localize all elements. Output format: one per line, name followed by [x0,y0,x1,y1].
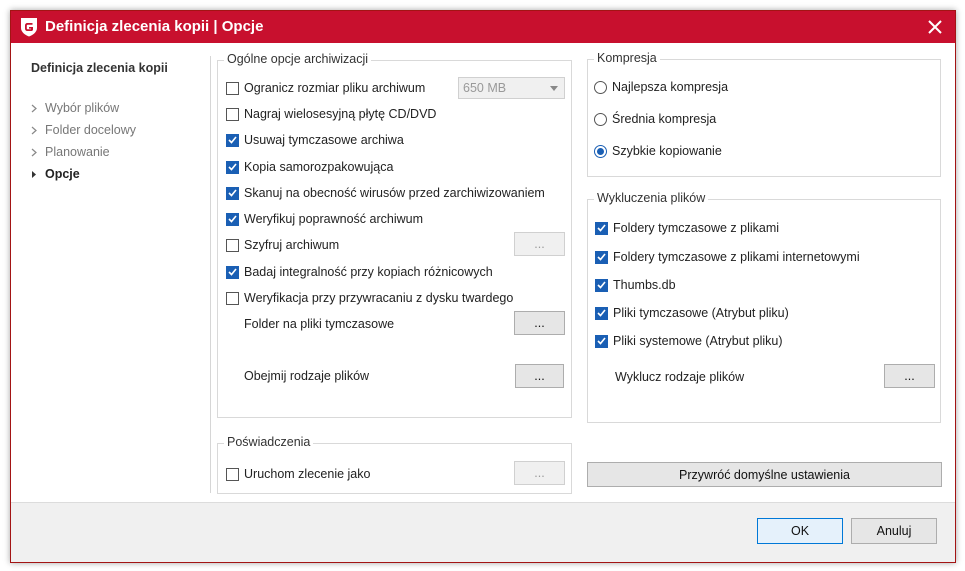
delete-temp-archives-checkbox[interactable]: Usuwaj tymczasowe archiwa [226,131,404,149]
self-extracting-checkbox[interactable]: Kopia samorozpakowująca [226,158,393,176]
close-button[interactable] [915,11,955,43]
checkbox-label: Foldery tymczasowe z plikami [613,221,780,235]
close-icon [928,20,942,34]
checkbox[interactable] [595,334,608,348]
include-file-types-label: Obejmij rodzaje plików [244,369,370,383]
checkbox-label: Pliki systemowe (Atrybut pliku) [613,334,783,348]
sidebar-item-label: Opcje [45,167,80,181]
integrity-check-checkbox[interactable]: Badaj integralność przy kopiach różnicow… [226,263,493,281]
checkbox-label: Badaj integralność przy kopiach różnicow… [244,265,493,279]
sidebar-item-label: Folder docelowy [45,123,137,137]
limit-size-checkbox[interactable]: Ogranicz rozmiar pliku archiwum [226,79,425,97]
checkbox-label: Pliki tymczasowe (Atrybut pliku) [613,306,789,320]
checkbox-label: Ogranicz rozmiar pliku archiwum [244,81,426,95]
checkbox-label: Skanuj na obecność wirusów przed zarchiw… [244,186,545,200]
exclude-thumbs-checkbox[interactable]: Thumbs.db [595,276,676,294]
encrypt-archive-checkbox[interactable]: Szyfruj archiwum [226,236,339,254]
exclude-file-types-label: Wyklucz rodzaje plików [615,370,745,384]
run-as-checkbox[interactable]: Uruchom zlecenie jako [226,465,370,483]
checkbox[interactable] [595,221,608,235]
checkbox-label: Kopia samorozpakowująca [244,160,394,174]
verify-archive-checkbox[interactable]: Weryfikuj poprawność archiwum [226,210,423,228]
checkbox[interactable] [226,133,239,147]
title-bar: Definicja zlecenia kopii | Opcje [11,11,955,43]
checkbox[interactable] [226,212,239,226]
general-options-group: Ogólne opcje archiwizacji Ogranicz rozmi… [217,52,572,418]
sidebar-title: Definicja zlecenia kopii [31,61,168,75]
checkbox[interactable] [595,278,608,292]
checkbox[interactable] [226,186,239,200]
caret-right-icon [31,170,45,179]
checkbox[interactable] [595,250,608,264]
checkbox[interactable] [226,107,239,121]
checkbox-label: Uruchom zlecenie jako [244,467,371,481]
gdata-logo-icon [21,18,37,37]
sidebar-item-label: Wybór plików [45,101,120,115]
checkbox-label: Weryfikacja przy przywracaniu z dysku tw… [244,291,514,305]
radio-label: Średnia kompresja [612,112,717,126]
exclude-temp-internet-checkbox[interactable]: Foldery tymczasowe z plikami internetowy… [595,248,860,266]
sidebar-item-target-folder[interactable]: Folder docelowy [31,121,136,139]
checkbox-label: Weryfikuj poprawność archiwum [244,212,423,226]
exclude-temp-folders-checkbox[interactable]: Foldery tymczasowe z plikami [595,219,779,237]
checkbox[interactable] [226,160,239,174]
group-label: Kompresja [594,51,660,65]
size-limit-select[interactable]: 650 MB [458,77,565,99]
checkbox[interactable] [226,238,239,252]
encryption-settings-button[interactable]: ... [514,232,565,256]
checkbox-label: Thumbs.db [613,278,676,292]
multisession-checkbox[interactable]: Nagraj wielosesyjną płytę CD/DVD [226,105,436,123]
size-limit-value: 650 MB [463,81,507,95]
radio-button[interactable] [594,112,607,126]
sidebar-item-file-selection[interactable]: Wybór plików [31,99,119,117]
compression-medium-radio[interactable]: Średnia kompresja [594,110,716,128]
group-label: Wykluczenia plików [594,191,709,205]
credentials-group: Poświadczenia Uruchom zlecenie jako ... [217,435,572,494]
window-title: Definicja zlecenia kopii | Opcje [45,18,264,35]
chevron-right-icon [31,148,45,157]
compression-group: Kompresja Najlepsza kompresja Średnia ko… [587,51,941,177]
ok-button[interactable]: OK [757,518,843,544]
checkbox[interactable] [226,265,239,279]
compression-best-radio[interactable]: Najlepsza kompresja [594,78,728,96]
include-file-types-button[interactable]: ... [515,364,564,388]
exclude-system-files-checkbox[interactable]: Pliki systemowe (Atrybut pliku) [595,332,783,350]
radio-button[interactable] [594,80,607,94]
checkbox-label: Nagraj wielosesyjną płytę CD/DVD [244,107,437,121]
checkbox[interactable] [595,306,608,320]
compression-fast-radio[interactable]: Szybkie kopiowanie [594,142,722,160]
cancel-button[interactable]: Anuluj [851,518,937,544]
sidebar: Definicja zlecenia kopii Wybór plików Fo… [11,43,211,494]
restore-defaults-button[interactable]: Przywróć domyślne ustawienia [587,462,942,487]
checkbox-label: Foldery tymczasowe z plikami internetowy… [613,250,860,264]
exclude-temp-files-checkbox[interactable]: Pliki tymczasowe (Atrybut pliku) [595,304,789,322]
group-label: Ogólne opcje archiwizacji [224,52,372,66]
chevron-right-icon [31,126,45,135]
verify-restore-checkbox[interactable]: Weryfikacja przy przywracaniu z dysku tw… [226,289,513,307]
dialog-footer: OK Anuluj [11,502,955,562]
checkbox[interactable] [226,291,239,305]
sidebar-item-options[interactable]: Opcje [31,165,80,183]
temp-folder-button[interactable]: ... [514,311,565,335]
options-dialog: Definicja zlecenia kopii | Opcje Definic… [10,10,956,563]
chevron-down-icon [550,86,558,91]
checkbox-label: Usuwaj tymczasowe archiwa [244,133,404,147]
radio-label: Najlepsza kompresja [612,80,729,94]
exclude-file-types-button[interactable]: ... [884,364,935,388]
group-label: Poświadczenia [224,435,314,449]
radio-button[interactable] [594,144,607,158]
checkbox[interactable] [226,81,239,95]
temp-folder-label: Folder na pliki tymczasowe [244,317,395,331]
radio-label: Szybkie kopiowanie [612,144,722,158]
chevron-right-icon [31,104,45,113]
sidebar-divider [210,56,211,493]
virus-scan-checkbox[interactable]: Skanuj na obecność wirusów przed zarchiw… [226,184,545,202]
checkbox-label: Szyfruj archiwum [244,238,340,252]
sidebar-item-label: Planowanie [45,145,110,159]
sidebar-item-scheduling[interactable]: Planowanie [31,143,110,161]
checkbox[interactable] [226,467,239,481]
credentials-button[interactable]: ... [514,461,565,485]
exclusions-group: Wykluczenia plików Foldery tymczasowe z … [587,191,941,423]
